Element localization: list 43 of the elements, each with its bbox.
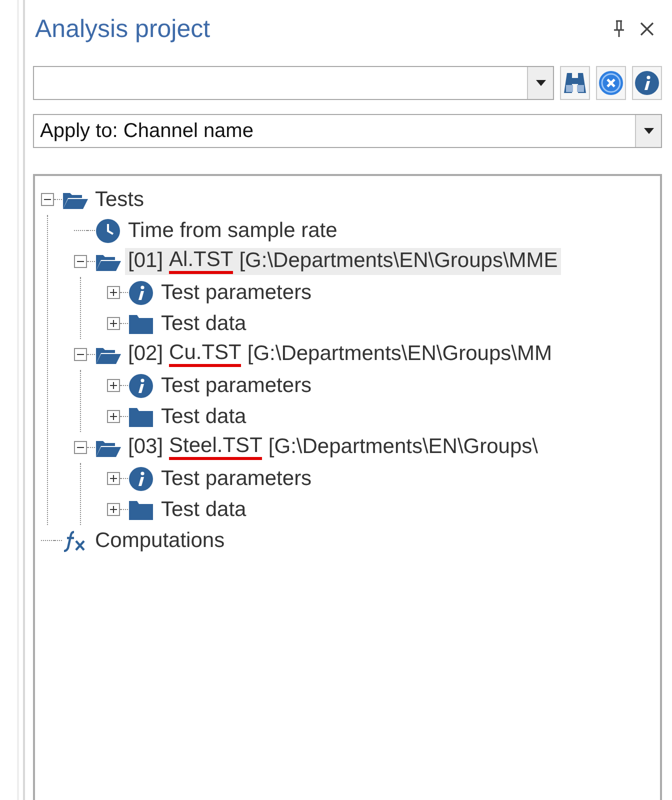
info-icon: [128, 280, 154, 306]
tree-item[interactable]: Test parameters: [158, 372, 315, 398]
binoculars-button[interactable]: [560, 66, 590, 100]
tree-item[interactable]: Time from sample rate: [125, 218, 340, 244]
tree-item[interactable]: [02] Cu.TST [G:\Departments\EN\Groups\MM: [125, 341, 555, 368]
panel-title: Analysis project: [34, 14, 212, 44]
function-icon: [62, 530, 88, 552]
collapse-toggle[interactable]: [74, 255, 87, 268]
tree-item[interactable]: Test parameters: [158, 280, 315, 306]
info-button[interactable]: [632, 66, 662, 100]
close-icon[interactable]: [640, 22, 654, 36]
expand-toggle[interactable]: [107, 503, 120, 516]
folder-icon: [128, 406, 154, 428]
expand-toggle[interactable]: [107, 410, 120, 423]
folder-icon: [128, 498, 154, 520]
expand-toggle[interactable]: [107, 472, 120, 485]
tree-item[interactable]: Tests: [92, 186, 148, 212]
collapse-toggle[interactable]: [74, 348, 87, 361]
tree-item[interactable]: [03] Steel.TST [G:\Departments\EN\Groups\: [125, 434, 542, 461]
collapse-toggle[interactable]: [41, 193, 54, 206]
apply-to-dropdown[interactable]: Apply to: Channel name: [33, 114, 662, 148]
folder-icon: [128, 312, 154, 334]
caret-icon: [644, 128, 654, 134]
clock-icon: [95, 218, 121, 244]
info-icon: [128, 372, 154, 398]
tree-item[interactable]: Test data: [158, 404, 250, 430]
tree-item[interactable]: Test data: [158, 310, 250, 336]
pin-icon[interactable]: [612, 19, 626, 39]
search-field[interactable]: [33, 66, 554, 100]
info-icon: [128, 466, 154, 492]
expand-toggle[interactable]: [107, 286, 120, 299]
tree-item[interactable]: Computations: [92, 528, 228, 554]
caret-icon: [536, 80, 546, 86]
dropdown-button[interactable]: [527, 67, 553, 99]
expand-toggle[interactable]: [107, 317, 120, 330]
tree-item[interactable]: Test parameters: [158, 466, 315, 492]
collapse-toggle[interactable]: [74, 441, 87, 454]
dropdown-value: Apply to: Channel name: [39, 120, 254, 142]
clear-button[interactable]: [596, 66, 626, 100]
expand-toggle[interactable]: [107, 379, 120, 392]
dropdown-button[interactable]: [635, 115, 661, 147]
tree-item[interactable]: Test data: [158, 496, 250, 522]
tree-item[interactable]: [01] Al.TST [G:\Departments\EN\Groups\MME: [125, 248, 561, 275]
